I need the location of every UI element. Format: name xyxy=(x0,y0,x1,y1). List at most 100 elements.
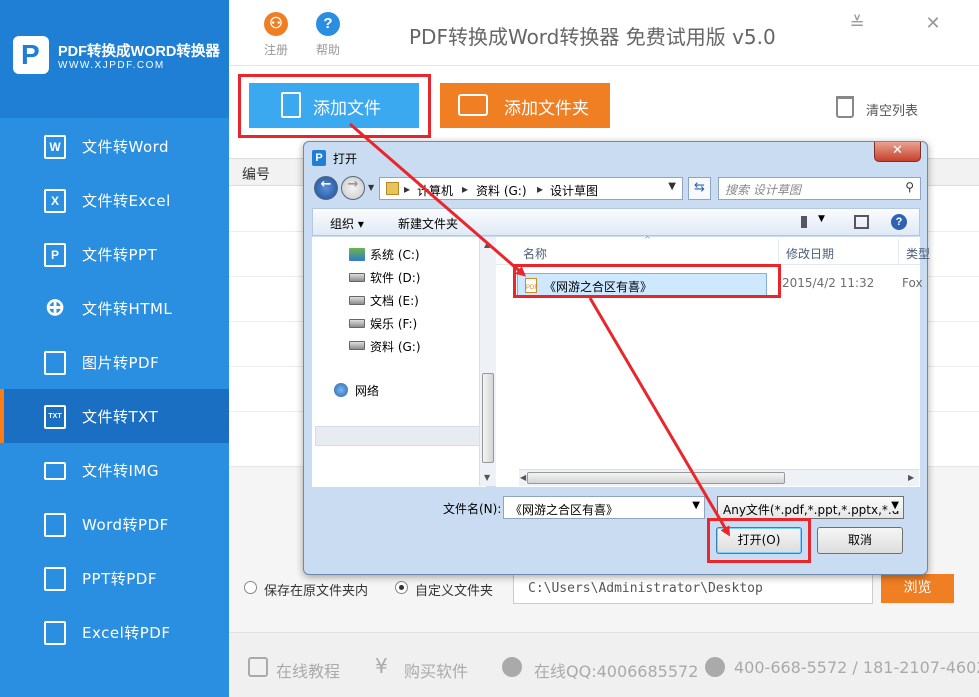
sidebar-item-label: PPT转PDF xyxy=(82,570,157,588)
breadcrumb-drive-g[interactable]: 资料 (G:) xyxy=(476,182,527,199)
chevron-down-icon[interactable]: ▼ xyxy=(818,214,825,224)
sidebar-item-excel-to-pdf[interactable]: Excel转PDF xyxy=(0,605,229,659)
dialog-titlebar: P 打开 ✕ xyxy=(304,142,927,174)
output-path-input[interactable]: C:\Users\Administrator\Desktop xyxy=(513,573,873,604)
sidebar-item-word-to-pdf[interactable]: Word转PDF xyxy=(0,497,229,551)
back-arrow-icon[interactable]: ← xyxy=(314,176,338,200)
organize-menu[interactable]: 组织 ▾ xyxy=(330,215,364,232)
radio-original-folder[interactable] xyxy=(244,581,257,594)
filetype-select[interactable]: Any文件(*.pdf,*.ppt,*.pptx,*.d ▼ xyxy=(717,496,904,519)
drive-d[interactable]: 软件 (D:) xyxy=(370,269,420,286)
cancel-button[interactable]: 取消 xyxy=(817,527,903,554)
chevron-down-icon[interactable]: ▼ xyxy=(891,500,899,511)
preview-pane-icon[interactable] xyxy=(854,215,869,229)
sidebar-item-html[interactable]: ⊕ 文件转HTML xyxy=(0,281,229,335)
forward-arrow-icon[interactable]: → xyxy=(341,176,365,200)
app-logo-icon: P xyxy=(312,150,326,166)
breadcrumb-design-sketch[interactable]: 设计草图 xyxy=(550,182,598,199)
sidebar-item-word[interactable]: W 文件转Word xyxy=(0,119,229,173)
column-type[interactable]: 类型 xyxy=(906,245,930,262)
clear-list-label: 清空列表 xyxy=(866,104,919,119)
sidebar-item-label: 文件转Excel xyxy=(82,192,171,210)
search-placeholder: 搜索 设计草图 xyxy=(725,183,801,197)
file-date-modified: 2015/4/2 11:32 xyxy=(782,276,875,290)
command-bar: 组织 ▾ 新建文件夹 ▼ ? xyxy=(312,208,920,236)
breadcrumb-computer[interactable]: 计算机 xyxy=(417,182,453,199)
close-button[interactable]: ✕ xyxy=(923,14,943,34)
filename-input[interactable]: 《网游之合区有喜》 ▼ xyxy=(503,496,705,519)
browse-button[interactable]: 浏览 xyxy=(881,574,954,603)
highlight-add-file xyxy=(238,74,431,138)
scrollbar-thumb[interactable] xyxy=(482,373,494,463)
system-drive-icon xyxy=(349,248,365,261)
buy-software-link[interactable]: 购买软件 xyxy=(404,658,468,682)
radio-custom-folder[interactable] xyxy=(395,581,408,594)
scroll-left-icon[interactable]: ◀ xyxy=(520,473,526,482)
sidebar-item-excel[interactable]: X 文件转Excel xyxy=(0,173,229,227)
column-name[interactable]: 名称 xyxy=(523,245,547,262)
dialog-title: 打开 xyxy=(333,152,358,166)
chevron-down-icon[interactable]: ▼ xyxy=(692,500,700,511)
phone-contact: 400-668-5572 / 181-2107-4602 xyxy=(734,658,979,677)
column-separator xyxy=(778,239,779,263)
address-bar[interactable]: ▸ 计算机 ▸ 资料 (G:) ▸ 设计草图 ▼ xyxy=(379,177,683,200)
sidebar-item-img[interactable]: 文件转IMG xyxy=(0,443,229,497)
sidebar-item-image-to-pdf[interactable]: 图片转PDF xyxy=(0,335,229,389)
help-button[interactable]: ? 帮助 xyxy=(308,12,348,58)
clear-list-button[interactable]: 清空列表 xyxy=(836,96,936,120)
sidebar-item-ppt-to-pdf[interactable]: PPT转PDF xyxy=(0,551,229,605)
sidebar-item-txt[interactable]: TXT 文件转TXT xyxy=(0,389,229,443)
file-list-hscrollbar[interactable]: ◀ ▶ xyxy=(519,469,919,486)
scrollbar-thumb[interactable] xyxy=(527,472,785,484)
app-logo: P xyxy=(13,36,49,74)
history-dropdown-icon[interactable]: ▼ xyxy=(368,183,374,192)
online-tutorial-link[interactable]: 在线教程 xyxy=(276,658,340,682)
file-list-header: 名称 ^ 修改日期 类型 xyxy=(496,235,930,265)
drive-c[interactable]: 系统 (C:) xyxy=(370,246,420,263)
sidebar-item-label: 文件转TXT xyxy=(82,408,159,426)
network-item[interactable]: 网络 xyxy=(355,382,379,399)
register-button[interactable]: ⚇ 注册 xyxy=(256,12,296,58)
dialog-close-button[interactable]: ✕ xyxy=(874,142,921,162)
register-label: 注册 xyxy=(263,43,288,57)
breadcrumb-separator: ▸ xyxy=(537,182,544,196)
view-options-icon[interactable] xyxy=(801,216,817,228)
help-icon[interactable]: ? xyxy=(891,214,907,230)
folder-icon xyxy=(458,94,488,116)
qq-contact: 在线QQ:4006685572 xyxy=(534,662,699,681)
minimize-button[interactable]: ≚ xyxy=(847,14,867,34)
scroll-right-icon[interactable]: ▶ xyxy=(908,473,914,482)
user-icon: ⚇ xyxy=(264,12,288,36)
address-row: ← → ▼ ▸ 计算机 ▸ 资料 (G:) ▸ 设计草图 ▼ ⇆ 搜索 设计草图… xyxy=(312,175,921,203)
trash-icon xyxy=(836,96,854,118)
refresh-icon[interactable]: ⇆ xyxy=(688,177,711,200)
filetype-value: Any文件(*.pdf,*.ppt,*.pptx,*.d xyxy=(723,503,900,517)
selected-drive-highlight xyxy=(315,426,485,446)
column-date-modified[interactable]: 修改日期 xyxy=(786,245,834,262)
new-folder-button[interactable]: 新建文件夹 xyxy=(398,215,458,232)
sidebar: P PDF转换成WORD转换器 WWW.XJPDF.COM W 文件转Word … xyxy=(0,0,229,697)
drive-f[interactable]: 娱乐 (F:) xyxy=(370,315,417,332)
chevron-down-icon[interactable]: ▼ xyxy=(668,181,676,192)
sort-ascending-icon: ^ xyxy=(644,235,651,244)
breadcrumb-separator: ▸ xyxy=(404,182,411,196)
sidebar-item-label: 文件转HTML xyxy=(82,300,173,318)
breadcrumb-separator: ▸ xyxy=(462,182,469,196)
brand-header: P PDF转换成WORD转换器 WWW.XJPDF.COM xyxy=(0,0,229,118)
drive-icon xyxy=(349,341,365,350)
excel-doc-icon: X xyxy=(44,189,66,213)
drive-e[interactable]: 文档 (E:) xyxy=(370,292,419,309)
sidebar-item-ppt[interactable]: P 文件转PPT xyxy=(0,227,229,281)
tutorial-icon xyxy=(248,657,268,677)
scroll-down-icon[interactable]: ▼ xyxy=(484,473,490,482)
nav-pane-scrollbar[interactable]: ▲ ▼ xyxy=(479,237,496,486)
file-type: Fox xyxy=(902,276,923,290)
brand-website: WWW.XJPDF.COM xyxy=(58,60,165,71)
column-separator xyxy=(898,239,899,263)
search-input[interactable]: 搜索 设计草图 ⚲ xyxy=(718,177,921,200)
scroll-up-icon[interactable]: ▲ xyxy=(484,240,490,249)
ppt-doc-icon: P xyxy=(44,243,66,267)
add-folder-button[interactable]: 添加文件夹 xyxy=(440,83,610,128)
pdf-doc-icon xyxy=(44,513,66,537)
drive-g[interactable]: 资料 (G:) xyxy=(370,338,421,355)
